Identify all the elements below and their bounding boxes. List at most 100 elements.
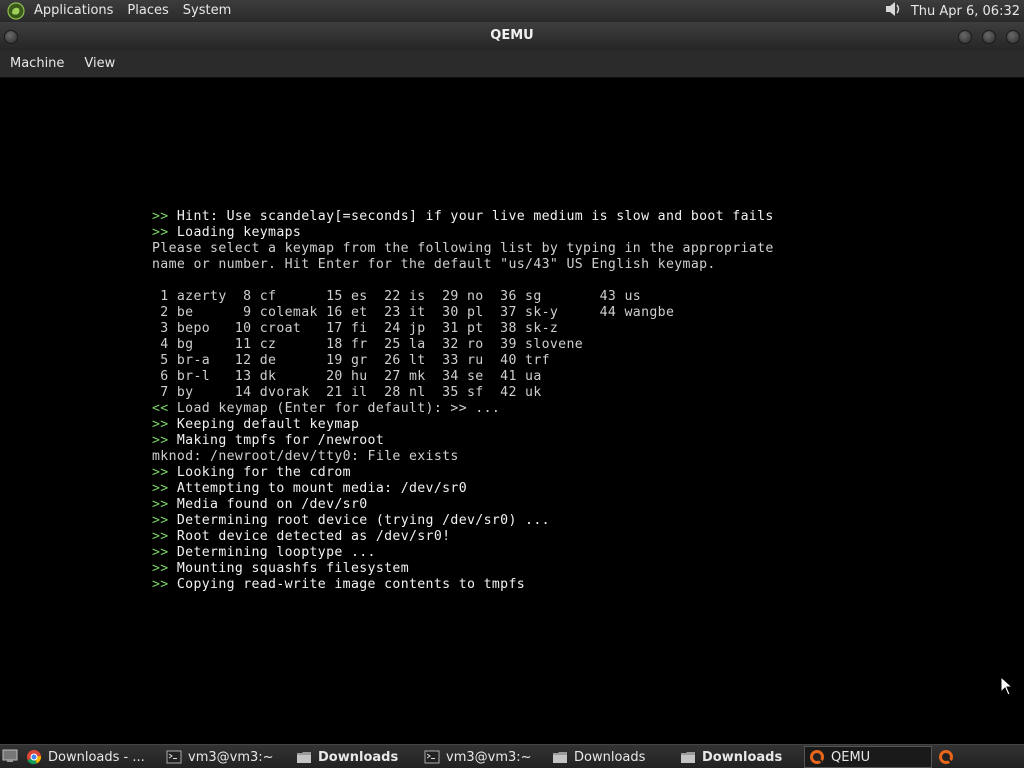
console-line: 7 by 14 dvorak 21 il 28 nl 35 sf 42 uk xyxy=(152,385,774,401)
console-line-text: Attempting to mount media: /dev/sr0 xyxy=(176,481,468,496)
console-prompt: >> xyxy=(152,561,177,576)
console-line: << Load keymap (Enter for default): >> .… xyxy=(152,401,774,417)
terminal-icon xyxy=(166,749,182,765)
console-line: Please select a keymap from the followin… xyxy=(152,241,774,257)
console-line-text: 1 azerty 8 cf 15 es 22 is 29 no 36 sg 43… xyxy=(152,289,642,304)
console-line: >> Looking for the cdrom xyxy=(152,465,774,481)
folder-icon xyxy=(296,749,312,765)
taskbar-item-label: QEMU xyxy=(831,749,871,765)
show-desktop-icon[interactable] xyxy=(2,749,18,763)
taskbar-item-label: Downloads - ... xyxy=(48,749,145,765)
taskbar-item[interactable]: Downloads xyxy=(292,746,420,768)
machine-menu[interactable]: Machine xyxy=(0,50,74,78)
console-prompt: >> xyxy=(152,225,177,240)
console-line: name or number. Hit Enter for the defaul… xyxy=(152,257,774,273)
console-line-text: 3 bepo 10 croat 17 fi 24 jp 31 pt 38 sk-… xyxy=(152,321,559,336)
console-line: 2 be 9 colemak 16 et 23 it 30 pl 37 sk-y… xyxy=(152,305,774,321)
clock[interactable]: Thu Apr 6, 06:32 xyxy=(911,4,1020,19)
vm-console[interactable]: >> Hint: Use scandelay[=seconds] if your… xyxy=(0,79,1024,744)
taskbar-item[interactable]: Downloads xyxy=(676,746,804,768)
console-line-text: 2 be 9 colemak 16 et 23 it 30 pl 37 sk-y… xyxy=(152,305,675,320)
window-titlebar[interactable]: QEMU xyxy=(0,22,1024,50)
console-line: >> Media found on /dev/sr0 xyxy=(152,497,774,513)
console-line: 4 bg 11 cz 18 fr 25 la 32 ro 39 slovene xyxy=(152,337,774,353)
console-line-text: Hint: Use scandelay[=seconds] if your li… xyxy=(176,209,774,224)
console-line: >> Loading keymaps xyxy=(152,225,774,241)
console-line: >> Mounting squashfs filesystem xyxy=(152,561,774,577)
console-line: >> Determining root device (trying /dev/… xyxy=(152,513,774,529)
console-line: 3 bepo 10 croat 17 fi 24 jp 31 pt 38 sk-… xyxy=(152,321,774,337)
top-panel: Applications Places System Thu Apr 6, 06… xyxy=(0,0,1024,22)
close-button[interactable] xyxy=(1006,30,1020,44)
volume-icon[interactable] xyxy=(883,0,903,22)
console-line: >> Keeping default keymap xyxy=(152,417,774,433)
console-prompt: >> xyxy=(152,465,177,480)
minimize-button[interactable] xyxy=(958,30,972,44)
terminal-icon xyxy=(424,749,440,765)
console-line: >> Attempting to mount media: /dev/sr0 xyxy=(152,481,774,497)
console-line-text: Mounting squashfs filesystem xyxy=(176,561,409,576)
console-line-text: Determining looptype ... xyxy=(176,545,376,560)
applications-menu[interactable]: Applications xyxy=(27,0,120,22)
console-prompt: >> xyxy=(152,209,177,224)
console-line: 5 br-a 12 de 19 gr 26 lt 33 ru 40 trf xyxy=(152,353,774,369)
taskbar-item-label: Downloads xyxy=(318,749,399,765)
qemu-icon xyxy=(809,749,825,765)
mouse-cursor-icon xyxy=(1000,676,1014,696)
console-line: >> Root device detected as /dev/sr0! xyxy=(152,529,774,545)
console-line-text: name or number. Hit Enter for the defaul… xyxy=(152,257,716,272)
gnome-foot-icon[interactable] xyxy=(5,0,27,22)
console-prompt: >> xyxy=(152,433,177,448)
console-prompt: >> xyxy=(152,417,177,432)
console-line: >> Determining looptype ... xyxy=(152,545,774,561)
console-prompt: >> xyxy=(152,497,177,512)
console-line-text: Load keymap (Enter for default): >> ... xyxy=(176,401,501,416)
console-prompt: << xyxy=(152,401,177,416)
console-line-text: 6 br-l 13 dk 20 hu 27 mk 34 se 41 ua xyxy=(152,369,542,384)
maximize-button[interactable] xyxy=(982,30,996,44)
console-line: 6 br-l 13 dk 20 hu 27 mk 34 se 41 ua xyxy=(152,369,774,385)
console-line: >> Hint: Use scandelay[=seconds] if your… xyxy=(152,209,774,225)
qemu-icon xyxy=(938,749,954,765)
console-prompt: >> xyxy=(152,481,177,496)
folder-icon xyxy=(552,749,568,765)
console-prompt: >> xyxy=(152,529,177,544)
taskbar-item-label: Downloads xyxy=(574,749,646,765)
console-output: >> Hint: Use scandelay[=seconds] if your… xyxy=(152,209,774,593)
console-line-text: Media found on /dev/sr0 xyxy=(176,497,368,512)
folder-icon xyxy=(680,749,696,765)
console-line-text: Making tmpfs for /newroot xyxy=(176,433,385,448)
console-line-text: Please select a keymap from the followin… xyxy=(152,241,774,256)
console-line-text: 7 by 14 dvorak 21 il 28 nl 35 sf 42 uk xyxy=(152,385,542,400)
taskbar-item[interactable]: QEMU xyxy=(804,746,932,768)
console-line: >> Making tmpfs for /newroot xyxy=(152,433,774,449)
taskbar-item-label: vm3@vm3:~ xyxy=(446,749,532,765)
window-title: QEMU xyxy=(490,28,534,43)
chrome-icon xyxy=(26,749,42,765)
console-prompt: >> xyxy=(152,513,177,528)
console-line: 1 azerty 8 cf 15 es 22 is 29 no 36 sg 43… xyxy=(152,289,774,305)
console-line-text: mknod: /newroot/dev/tty0: File exists xyxy=(152,449,459,464)
console-line-text: Determining root device (trying /dev/sr0… xyxy=(176,513,550,528)
console-line-text: 5 br-a 12 de 19 gr 26 lt 33 ru 40 trf xyxy=(152,353,550,368)
taskbar-item[interactable]: Downloads - ... xyxy=(22,746,162,768)
console-line-text: Root device detected as /dev/sr0! xyxy=(176,529,451,544)
taskbar-item[interactable]: vm3@vm3:~ xyxy=(162,746,290,768)
places-menu[interactable]: Places xyxy=(120,0,175,22)
console-line-text: Looking for the cdrom xyxy=(176,465,351,480)
console-line-text: Keeping default keymap xyxy=(176,417,360,432)
console-line-text: 4 bg 11 cz 18 fr 25 la 32 ro 39 slovene xyxy=(152,337,584,352)
taskbar-item[interactable] xyxy=(934,746,960,768)
console-line-text: Loading keymaps xyxy=(176,225,302,240)
console-prompt: >> xyxy=(152,545,177,560)
taskbar-item[interactable]: Downloads xyxy=(548,746,676,768)
console-line: mknod: /newroot/dev/tty0: File exists xyxy=(152,449,774,465)
bottom-taskbar: Downloads - ... vm3@vm3:~ Downloads vm3@vm3… xyxy=(0,744,1024,768)
taskbar-item[interactable]: vm3@vm3:~ xyxy=(420,746,548,768)
view-menu[interactable]: View xyxy=(74,50,125,78)
taskbar-item-label: vm3@vm3:~ xyxy=(188,749,274,765)
console-line-text: Copying read-write image contents to tmp… xyxy=(176,577,526,592)
qemu-menubar: Machine View xyxy=(0,50,1024,78)
system-menu[interactable]: System xyxy=(176,0,238,22)
